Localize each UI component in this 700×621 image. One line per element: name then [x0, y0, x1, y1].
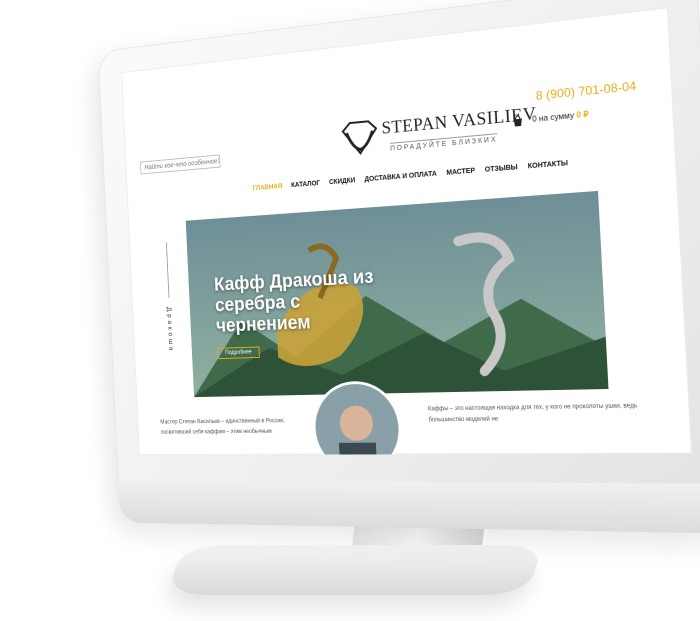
nav-contacts[interactable]: КОНТАКТЫ [528, 160, 569, 170]
master-photo [313, 383, 401, 455]
monitor-chin [117, 480, 700, 534]
intro-text-left: Мастер Степан Васильев – единственный в … [160, 418, 285, 436]
hero-title: Кафф Дракоша из серебра с чернением [213, 266, 374, 337]
side-divider [165, 242, 170, 298]
nav-master[interactable]: МАСТЕР [446, 168, 475, 177]
diamond-logo-icon [339, 118, 381, 157]
shopping-bag-icon [511, 114, 523, 127]
phone-number[interactable]: 8 (900) 701-08-04 [535, 79, 636, 103]
nav-home[interactable]: ГЛАВНАЯ [252, 183, 282, 192]
nav-catalog[interactable]: КАТАЛОГ [291, 180, 320, 189]
nav-reviews[interactable]: ОТЗЫВЫ [485, 164, 518, 174]
monitor: Найти кое-что особенное? STEPAN VASILIEV… [97, 0, 700, 534]
hero-more-button[interactable]: Подробнее [217, 346, 260, 360]
intro-text-right: Каффы – это настоящая находка для тех, у… [427, 403, 638, 424]
cart-label: 0 на сумму [531, 110, 575, 124]
search-input[interactable]: Найти кое-что особенное? [140, 154, 221, 175]
monitor-stand-base [165, 545, 545, 595]
slide-side-label: Дракоша [165, 306, 174, 354]
nav-discounts[interactable]: СКИДКИ [329, 177, 356, 186]
screen: Найти кое-что особенное? STEPAN VASILIEV… [121, 7, 693, 455]
main-nav: ГЛАВНАЯ КАТАЛОГ СКИДКИ ДОСТАВКА И ОПЛАТА… [252, 160, 568, 192]
cart-sum: 0 ₽ [576, 109, 589, 120]
brand-logo[interactable]: STEPAN VASILIEV ПОРАДУЙТЕ БЛИЗКИХ [338, 98, 537, 164]
nav-delivery[interactable]: ДОСТАВКА И ОПЛАТА [364, 171, 437, 184]
hero-slider[interactable]: Кафф Дракоша из серебра с чернением Подр… [185, 190, 609, 398]
